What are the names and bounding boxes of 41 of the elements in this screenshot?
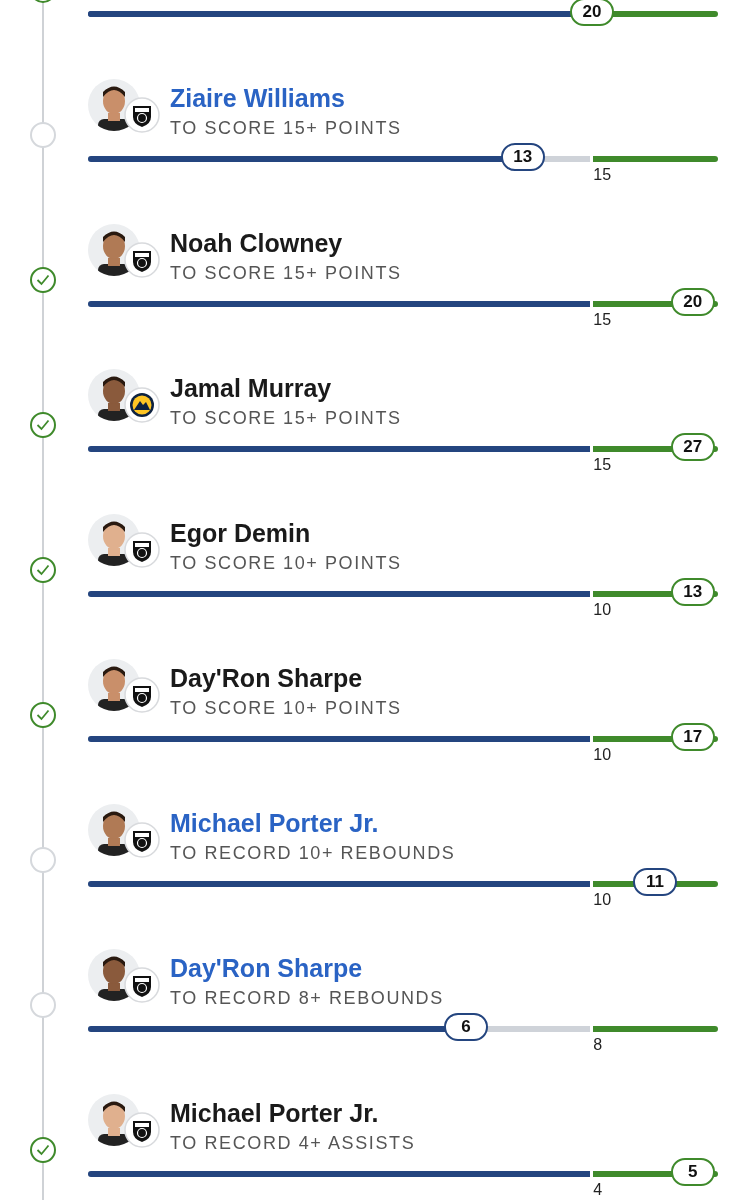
stat-value: 13 [500, 143, 545, 171]
prop-label: TO SCORE 15+ POINTS [170, 408, 402, 429]
prop-label: TO RECORD 8+ REBOUNDS [170, 988, 444, 1009]
shield-icon [124, 967, 160, 1003]
player-name: Egor Demin [170, 518, 312, 548]
player-name: Day'Ron Sharpe [170, 663, 364, 693]
target-value: 15 [593, 311, 613, 329]
shield-icon [124, 677, 160, 713]
target-value: 15 [593, 456, 613, 474]
target-value: 4 [593, 1181, 604, 1199]
shield-icon [124, 97, 160, 133]
player-name[interactable]: Michael Porter Jr. [170, 808, 456, 838]
player-name: Jamal Murray [170, 373, 333, 403]
shield-icon [124, 242, 160, 278]
player-name[interactable]: Ziaire Williams [170, 83, 402, 113]
shield-icon [124, 532, 160, 568]
prop-label: TO SCORE 10+ POINTS [170, 553, 402, 574]
stat-value: 11 [633, 868, 677, 896]
shield-icon [124, 822, 160, 858]
stat-value: 13 [670, 578, 715, 606]
target-value: 15 [593, 166, 613, 184]
stat-value: 20 [670, 288, 715, 316]
target-value: 10 [593, 746, 613, 764]
stat-value: 20 [570, 0, 614, 26]
player-name: Noah Clowney [170, 228, 344, 258]
stat-value: 27 [670, 433, 715, 461]
stat-value: 5 [670, 1158, 715, 1186]
stat-value: 6 [444, 1013, 488, 1041]
stat-value: 17 [670, 723, 715, 751]
mountain-icon [124, 387, 160, 423]
prop-label: TO RECORD 4+ ASSISTS [170, 1133, 416, 1154]
prop-label: TO SCORE 15+ POINTS [170, 118, 402, 139]
player-name[interactable]: Day'Ron Sharpe [170, 953, 444, 983]
player-name: Michael Porter Jr. [170, 1098, 380, 1128]
prop-label: TO SCORE 15+ POINTS [170, 263, 402, 284]
prop-label: TO SCORE 10+ POINTS [170, 698, 402, 719]
target-value: 10 [593, 601, 613, 619]
target-value: 10 [593, 891, 613, 909]
prop-label: TO RECORD 10+ REBOUNDS [170, 843, 456, 864]
shield-icon [124, 1112, 160, 1148]
target-value: 8 [593, 1036, 604, 1054]
